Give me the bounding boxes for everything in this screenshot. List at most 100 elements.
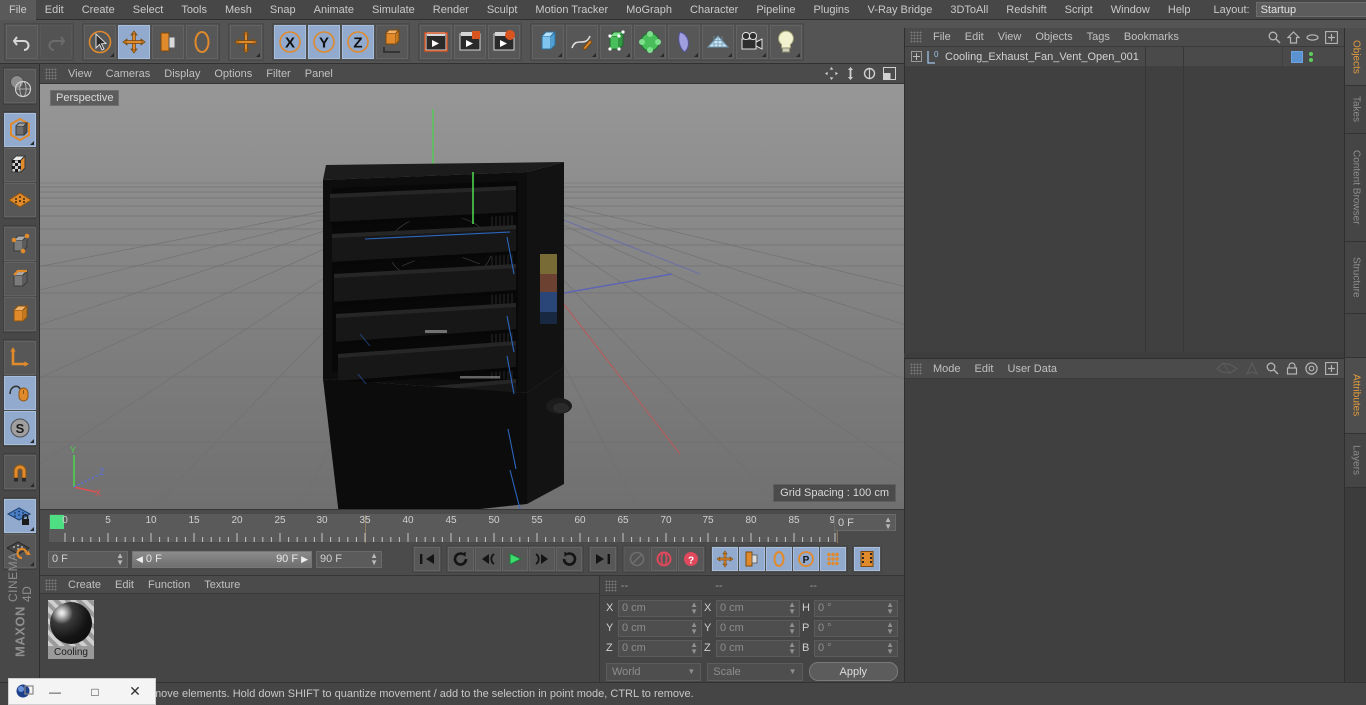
position-key-button[interactable] — [712, 547, 738, 571]
menu-item-file[interactable]: File — [0, 0, 36, 20]
enable-snapping-button[interactable] — [4, 455, 36, 489]
position-y-field[interactable]: 0 cm ▲ ▼ — [618, 619, 702, 637]
menu-item-plugins[interactable]: Plugins — [804, 0, 858, 20]
add-camera-button[interactable] — [736, 24, 768, 59]
menu-item-script[interactable]: Script — [1056, 0, 1102, 20]
maximize-viewport-icon[interactable] — [883, 67, 896, 80]
scrub-right-arrow-icon[interactable]: ▶ — [301, 554, 308, 565]
start-frame-field[interactable]: 0 F ▲ ▼ — [48, 550, 128, 568]
transform-mode-dropdown[interactable]: Scale ▼ — [707, 662, 803, 681]
tab-attributes[interactable]: Attributes — [1345, 358, 1366, 434]
make-editable-button[interactable] — [4, 69, 36, 103]
add-generator-button[interactable] — [600, 24, 632, 59]
workplane-lock-button[interactable] — [4, 499, 36, 533]
stepper-icon[interactable]: ▲ ▼ — [788, 601, 796, 616]
maximize-window-button[interactable]: □ — [75, 685, 115, 699]
search-icon[interactable] — [1268, 31, 1281, 44]
menu-item-motion-tracker[interactable]: Motion Tracker — [526, 0, 617, 20]
stepper-icon[interactable]: ▲ ▼ — [886, 641, 894, 656]
viewport-menu-filter[interactable]: Filter — [259, 64, 297, 84]
menu-item-mesh[interactable]: Mesh — [216, 0, 261, 20]
undo-button[interactable] — [6, 24, 38, 59]
position-z-field[interactable]: 0 cm ▲ ▼ — [618, 639, 702, 657]
material-item[interactable]: Cooling — [48, 600, 94, 659]
keyframe-selection-button[interactable]: ? — [678, 547, 704, 571]
scrub-left-arrow-icon[interactable]: ◀ — [136, 554, 143, 565]
point-level-animation-button[interactable] — [820, 547, 846, 571]
viewport-menu-cameras[interactable]: Cameras — [99, 64, 158, 84]
stepper-icon[interactable]: ▲ ▼ — [886, 601, 894, 616]
menu-item-mograph[interactable]: MoGraph — [617, 0, 681, 20]
dolly-viewport-icon[interactable] — [845, 67, 856, 80]
object-menu-file[interactable]: File — [926, 28, 958, 47]
object-axis-mode-button[interactable] — [4, 341, 36, 375]
coordinate-system-dropdown[interactable]: World ▼ — [606, 662, 702, 681]
size-y-field[interactable]: 0 cm ▲ ▼ — [716, 619, 800, 637]
stepper-icon[interactable]: ▲ ▼ — [116, 552, 124, 567]
scale-key-button[interactable] — [739, 547, 765, 571]
render-view-button[interactable] — [420, 24, 452, 59]
material-menu-function[interactable]: Function — [141, 576, 197, 594]
pan-viewport-icon[interactable] — [825, 67, 838, 80]
menu-item-character[interactable]: Character — [681, 0, 747, 20]
tab-structure[interactable]: Structure — [1345, 242, 1366, 314]
go-to-end-button[interactable] — [590, 547, 616, 571]
menu-item-select[interactable]: Select — [124, 0, 173, 20]
menu-item-window[interactable]: Window — [1102, 0, 1159, 20]
ellipse-icon[interactable] — [1306, 31, 1319, 44]
size-z-field[interactable]: 0 cm ▲ ▼ — [716, 639, 800, 657]
model-mode-button[interactable] — [4, 113, 36, 147]
polygon-display-icon[interactable] — [1216, 362, 1238, 375]
lock-icon[interactable] — [1286, 362, 1298, 375]
record-active-objects-button[interactable] — [624, 547, 650, 571]
menu-item-3dtoall[interactable]: 3DToAll — [941, 0, 997, 20]
visibility-dots[interactable] — [1309, 51, 1313, 62]
target-icon[interactable] — [1305, 362, 1318, 375]
object-menu-objects[interactable]: Objects — [1028, 28, 1079, 47]
tab-layers[interactable]: Layers — [1345, 434, 1366, 488]
menu-item-redshift[interactable]: Redshift — [997, 0, 1055, 20]
menu-item-simulate[interactable]: Simulate — [363, 0, 424, 20]
end-frame-field[interactable]: 90 F ▲ ▼ — [316, 550, 382, 568]
workplane-mode-button[interactable] — [4, 183, 36, 217]
menu-item-tools[interactable]: Tools — [172, 0, 216, 20]
current-frame-field[interactable]: 0 F ▲ ▼ — [834, 514, 896, 531]
rotation-h-field[interactable]: 0 ° ▲ ▼ — [814, 599, 898, 617]
live-selection-button[interactable] — [84, 24, 116, 59]
stepper-icon[interactable]: ▲ ▼ — [886, 621, 894, 636]
object-menu-edit[interactable]: Edit — [958, 28, 991, 47]
menu-item-animate[interactable]: Animate — [305, 0, 363, 20]
menu-item-snap[interactable]: Snap — [261, 0, 305, 20]
parameter-key-button[interactable]: P — [793, 547, 819, 571]
menu-item-edit[interactable]: Edit — [36, 0, 73, 20]
viewport-menu-display[interactable]: Display — [157, 64, 207, 84]
axis-x-button[interactable]: X — [274, 24, 306, 59]
play-backwards-loop-button[interactable] — [448, 547, 474, 571]
cone-display-icon[interactable] — [1245, 361, 1259, 376]
rotation-p-field[interactable]: 0 ° ▲ ▼ — [814, 619, 898, 637]
menu-item-create[interactable]: Create — [73, 0, 124, 20]
menu-item-sculpt[interactable]: Sculpt — [478, 0, 527, 20]
polygon-mode-button[interactable] — [4, 297, 36, 331]
app-window-icon[interactable] — [15, 682, 35, 702]
attribute-menu-user-data[interactable]: User Data — [1001, 359, 1065, 379]
loop-button[interactable] — [556, 547, 582, 571]
add-cube-primitive-button[interactable] — [532, 24, 564, 59]
position-x-field[interactable]: 0 cm ▲ ▼ — [618, 599, 702, 617]
panel-grip-icon[interactable] — [45, 67, 57, 80]
panel-grip-icon[interactable] — [910, 31, 922, 43]
add-spline-button[interactable] — [566, 24, 598, 59]
viewport-solo-button[interactable]: S — [4, 411, 36, 445]
rotate-viewport-icon[interactable] — [863, 67, 876, 80]
menu-item-help[interactable]: Help — [1159, 0, 1200, 20]
material-menu-texture[interactable]: Texture — [197, 576, 247, 594]
move-tool-alt-button[interactable] — [230, 24, 262, 59]
attribute-menu-edit[interactable]: Edit — [968, 359, 1001, 379]
add-layer-icon[interactable] — [1325, 30, 1338, 44]
stepper-icon[interactable]: ▲ ▼ — [788, 621, 796, 636]
render-settings-button[interactable] — [488, 24, 520, 59]
step-forward-button[interactable] — [529, 547, 555, 571]
add-environment-button[interactable] — [702, 24, 734, 59]
timeline-ruler[interactable]: 0 5 10 15 20 25 30 35 40 45 50 55 60 65 … — [48, 513, 841, 543]
open-timeline-button[interactable] — [854, 547, 880, 571]
